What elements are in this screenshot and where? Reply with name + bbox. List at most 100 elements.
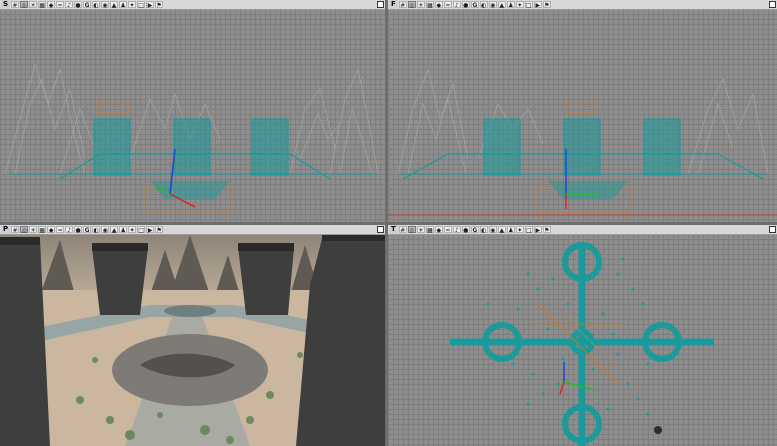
maximize-icon[interactable] <box>769 1 776 8</box>
geometry-icon[interactable]: G <box>470 1 479 9</box>
lighting-icon[interactable]: ☀ <box>29 226 38 234</box>
box-icon[interactable]: □ <box>524 226 533 234</box>
viewport-mode-label[interactable]: F <box>389 0 398 9</box>
camera-icon[interactable]: ◎ <box>407 1 416 9</box>
speaker-icon[interactable]: ▲ <box>110 1 119 9</box>
brush-icon[interactable]: ◐ <box>479 1 488 9</box>
build-icon[interactable]: ♟ <box>506 226 515 234</box>
viewport-grid[interactable] <box>388 9 777 222</box>
speaker-icon[interactable]: ▲ <box>497 226 506 234</box>
speaker-icon[interactable]: ▲ <box>497 1 506 9</box>
transform-gizmo <box>559 362 597 395</box>
light-icon[interactable]: ✦ <box>128 1 137 9</box>
top-scene-wireframe <box>450 242 714 446</box>
viewport-top[interactable]: T # ◎ ☀ ▦ ◆ ≈ ♪ ● G ◐ ◉ ▲ ♟ ✦ □ ▶ ⚑ <box>388 225 777 446</box>
flag-icon[interactable]: ⚑ <box>155 1 164 9</box>
flag-icon[interactable]: ⚑ <box>542 1 551 9</box>
viewport-mode-label[interactable]: P <box>1 225 11 234</box>
grid-icon[interactable]: # <box>398 226 407 234</box>
front-scene-wireframe <box>4 62 379 213</box>
maximize-icon[interactable] <box>769 226 776 233</box>
sound-icon[interactable]: ♪ <box>65 1 74 9</box>
eye-icon[interactable]: ◉ <box>488 1 497 9</box>
texture-icon[interactable]: ▦ <box>38 226 47 234</box>
viewport-grid[interactable] <box>0 9 385 222</box>
perspective-scene-render <box>0 233 385 446</box>
geometry-icon[interactable]: G <box>83 226 92 234</box>
light-icon[interactable]: ✦ <box>515 1 524 9</box>
scattered-foliage <box>486 257 650 416</box>
brush-icon[interactable]: ◐ <box>92 226 101 234</box>
light-icon[interactable]: ✦ <box>128 226 137 234</box>
eye-icon[interactable]: ◉ <box>101 226 110 234</box>
actor-icon[interactable]: ● <box>74 226 83 234</box>
texture-icon[interactable]: ▦ <box>425 226 434 234</box>
speaker-icon[interactable]: ▲ <box>110 226 119 234</box>
mesh-icon[interactable]: ◆ <box>434 226 443 234</box>
geometry-icon[interactable]: G <box>83 1 92 9</box>
play-icon[interactable]: ▶ <box>146 226 155 234</box>
eye-icon[interactable]: ◉ <box>488 226 497 234</box>
viewport-perspective[interactable]: P # ◎ ☀ ▦ ◆ ≈ ♪ ● G ◐ ◉ ▲ ♟ ✦ □ ▶ ⚑ <box>0 225 385 446</box>
maximize-icon[interactable] <box>377 1 384 8</box>
viewport-front[interactable]: S # ◎ ☀ ▦ ◆ ≈ ♪ ● G ◐ ◉ ▲ ♟ ✦ □ ▶ ⚑ <box>0 0 385 222</box>
play-icon[interactable]: ▶ <box>533 1 542 9</box>
camera-icon[interactable]: ◎ <box>20 1 29 9</box>
play-icon[interactable]: ▶ <box>533 226 542 234</box>
light-icon[interactable]: ✦ <box>515 226 524 234</box>
maximize-icon[interactable] <box>377 226 384 233</box>
mesh-icon[interactable]: ◆ <box>47 1 56 9</box>
actor-icon[interactable]: ● <box>461 226 470 234</box>
lighting-icon[interactable]: ☀ <box>416 226 425 234</box>
texture-icon[interactable]: ▦ <box>38 1 47 9</box>
mesh-icon[interactable]: ◆ <box>47 226 56 234</box>
brush-icon[interactable]: ◐ <box>479 226 488 234</box>
flag-icon[interactable]: ⚑ <box>542 226 551 234</box>
viewport-grid[interactable] <box>388 234 777 446</box>
mesh-icon[interactable]: ◆ <box>434 1 443 9</box>
actor-icon[interactable]: ● <box>461 1 470 9</box>
path-icon[interactable]: ≈ <box>56 1 65 9</box>
box-icon[interactable]: □ <box>137 1 146 9</box>
sound-icon[interactable]: ♪ <box>452 1 461 9</box>
build-icon[interactable]: ♟ <box>119 226 128 234</box>
build-icon[interactable]: ♟ <box>506 1 515 9</box>
path-icon[interactable]: ≈ <box>56 226 65 234</box>
tower-fills <box>94 119 288 175</box>
box-icon[interactable]: □ <box>137 226 146 234</box>
eye-icon[interactable]: ◉ <box>101 1 110 9</box>
path-icon[interactable]: ≈ <box>443 226 452 234</box>
viewport-toolbar: F # ◎ ☀ ▦ ◆ ≈ ♪ ● G ◐ ◉ ▲ ♟ ✦ □ ▶ ⚑ <box>388 0 777 10</box>
sound-icon[interactable]: ♪ <box>65 226 74 234</box>
camera-icon[interactable]: ◎ <box>407 226 416 234</box>
path-icon[interactable]: ≈ <box>443 1 452 9</box>
viewport-mode-label[interactable]: S <box>1 0 11 9</box>
sound-icon[interactable]: ♪ <box>452 226 461 234</box>
selection-box <box>97 101 129 113</box>
actor-icon <box>654 426 662 434</box>
geometry-icon[interactable]: G <box>470 226 479 234</box>
debris-cluster <box>548 181 628 199</box>
lighting-icon[interactable]: ☀ <box>29 1 38 9</box>
grid-icon[interactable]: # <box>11 226 20 234</box>
box-icon[interactable]: □ <box>524 1 533 9</box>
right-scene-wireframe <box>388 67 777 216</box>
viewport-toolbar: P # ◎ ☀ ▦ ◆ ≈ ♪ ● G ◐ ◉ ▲ ♟ ✦ □ ▶ ⚑ <box>0 225 385 235</box>
lighting-icon[interactable]: ☀ <box>416 1 425 9</box>
central-platform <box>164 305 216 317</box>
play-icon[interactable]: ▶ <box>146 1 155 9</box>
viewport-mode-label[interactable]: T <box>389 225 398 234</box>
camera-icon[interactable]: ◎ <box>20 226 29 234</box>
viewport-right[interactable]: F # ◎ ☀ ▦ ◆ ≈ ♪ ● G ◐ ◉ ▲ ♟ ✦ □ ▶ ⚑ <box>388 0 777 222</box>
flag-icon[interactable]: ⚑ <box>155 226 164 234</box>
texture-icon[interactable]: ▦ <box>425 1 434 9</box>
tower-fills <box>484 119 680 175</box>
grid-icon[interactable]: # <box>398 1 407 9</box>
actor-icon[interactable]: ● <box>74 1 83 9</box>
viewport-toolbar: T # ◎ ☀ ▦ ◆ ≈ ♪ ● G ◐ ◉ ▲ ♟ ✦ □ ▶ ⚑ <box>388 225 777 235</box>
brush-icon[interactable]: ◐ <box>92 1 101 9</box>
selection-box <box>565 101 597 113</box>
viewport-toolbar: S # ◎ ☀ ▦ ◆ ≈ ♪ ● G ◐ ◉ ▲ ♟ ✦ □ ▶ ⚑ <box>0 0 385 10</box>
build-icon[interactable]: ♟ <box>119 1 128 9</box>
grid-icon[interactable]: # <box>11 1 20 9</box>
